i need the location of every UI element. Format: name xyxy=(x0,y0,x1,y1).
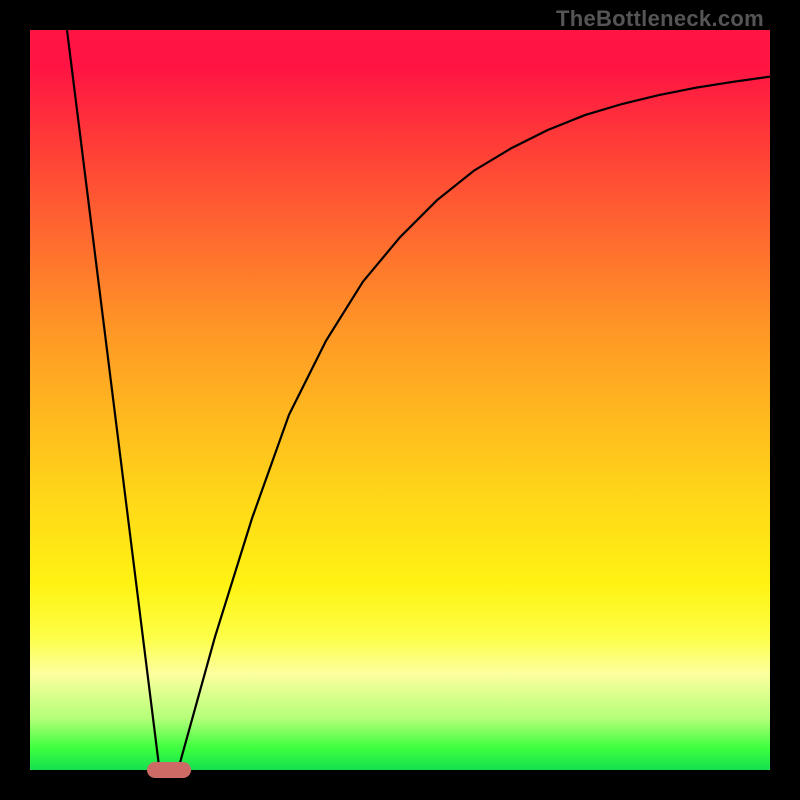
optimal-marker xyxy=(147,762,191,778)
bottleneck-curve xyxy=(67,30,770,770)
curve-svg xyxy=(30,30,770,770)
watermark-text: TheBottleneck.com xyxy=(556,6,764,32)
chart-frame: TheBottleneck.com xyxy=(0,0,800,800)
